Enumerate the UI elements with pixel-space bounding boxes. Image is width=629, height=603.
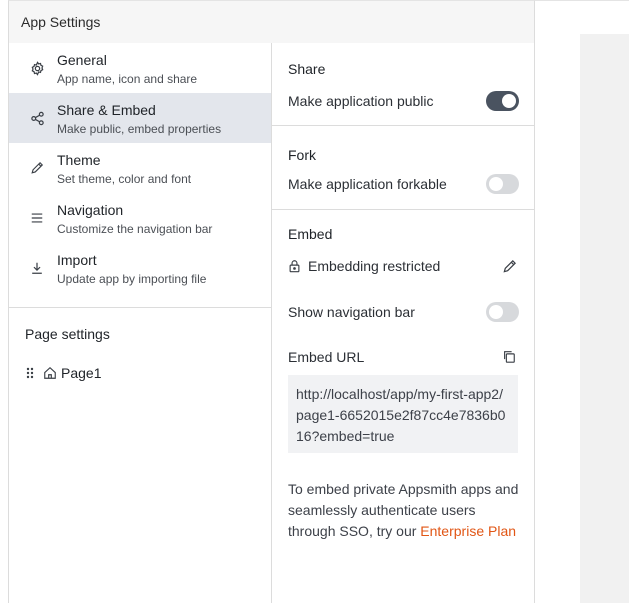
settings-sidebar: General App name, icon and share Share &… <box>9 43 272 603</box>
share-icon <box>29 110 45 126</box>
gear-icon <box>29 60 45 76</box>
sidebar-item-subtitle: Update app by importing file <box>57 272 207 286</box>
embed-section-title: Embed <box>288 226 333 242</box>
sidebar-item-title: General <box>57 52 107 68</box>
download-icon <box>29 260 45 276</box>
page-item-page1[interactable]: Page1 <box>25 365 101 381</box>
section-divider <box>272 125 534 126</box>
sidebar-item-title: Import <box>57 252 97 268</box>
make-public-toggle[interactable] <box>486 91 519 111</box>
sidebar-item-navigation[interactable]: Navigation Customize the navigation bar <box>9 193 271 243</box>
sidebar-divider <box>9 307 271 308</box>
sidebar-item-title: Navigation <box>57 202 124 218</box>
embedding-restricted-label: Embedding restricted <box>308 258 441 274</box>
page-name: Page1 <box>61 365 102 381</box>
app-settings-panel: App Settings General App name, icon and … <box>8 0 535 603</box>
embed-url-box[interactable]: http://localhost/app/my-first-app2/page1… <box>288 375 518 453</box>
pencil-icon <box>29 160 45 176</box>
embedding-restriction: Embedding restricted <box>288 258 440 274</box>
page-settings-title: Page settings <box>25 326 110 342</box>
lock-icon <box>288 259 302 273</box>
show-nav-bar-toggle[interactable] <box>486 302 519 322</box>
sidebar-item-subtitle: Make public, embed properties <box>57 122 222 136</box>
sidebar-item-general[interactable]: General App name, icon and share <box>9 43 271 93</box>
sidebar-item-title: Theme <box>57 152 101 168</box>
fork-section-title: Fork <box>288 147 316 163</box>
share-section-title: Share <box>288 61 326 77</box>
sidebar-item-import[interactable]: Import Update app by importing file <box>9 243 271 293</box>
canvas-area <box>580 34 629 603</box>
make-public-label: Make application public <box>288 93 434 109</box>
panel-title: App Settings <box>9 1 534 43</box>
sidebar-item-title: Share & Embed <box>57 102 156 118</box>
embed-url-label: Embed URL <box>288 349 365 365</box>
enterprise-plan-link[interactable]: Enterprise Plan <box>420 523 516 539</box>
sidebar-item-theme[interactable]: Theme Set theme, color and font <box>9 143 271 193</box>
edit-restriction-icon[interactable] <box>502 259 518 275</box>
make-forkable-toggle[interactable] <box>486 174 519 194</box>
copy-icon[interactable] <box>502 349 518 365</box>
toggle-knob <box>502 94 516 108</box>
drag-handle-icon[interactable] <box>25 366 35 380</box>
enterprise-note: To embed private Appsmith apps and seaml… <box>288 479 524 542</box>
toggle-knob <box>489 305 503 319</box>
home-icon <box>43 366 57 380</box>
sidebar-item-subtitle: Set theme, color and font <box>57 172 192 186</box>
make-forkable-label: Make application forkable <box>288 176 447 192</box>
show-nav-bar-label: Show navigation bar <box>288 304 415 320</box>
sidebar-item-subtitle: Customize the navigation bar <box>57 222 213 236</box>
top-border <box>535 0 629 1</box>
toggle-knob <box>489 177 503 191</box>
section-divider <box>272 209 534 210</box>
sidebar-item-share-embed[interactable]: Share & Embed Make public, embed propert… <box>9 93 271 143</box>
menu-icon <box>29 210 45 226</box>
share-embed-settings: Share Make application public Fork Make … <box>272 43 534 603</box>
sidebar-item-subtitle: App name, icon and share <box>57 72 198 86</box>
